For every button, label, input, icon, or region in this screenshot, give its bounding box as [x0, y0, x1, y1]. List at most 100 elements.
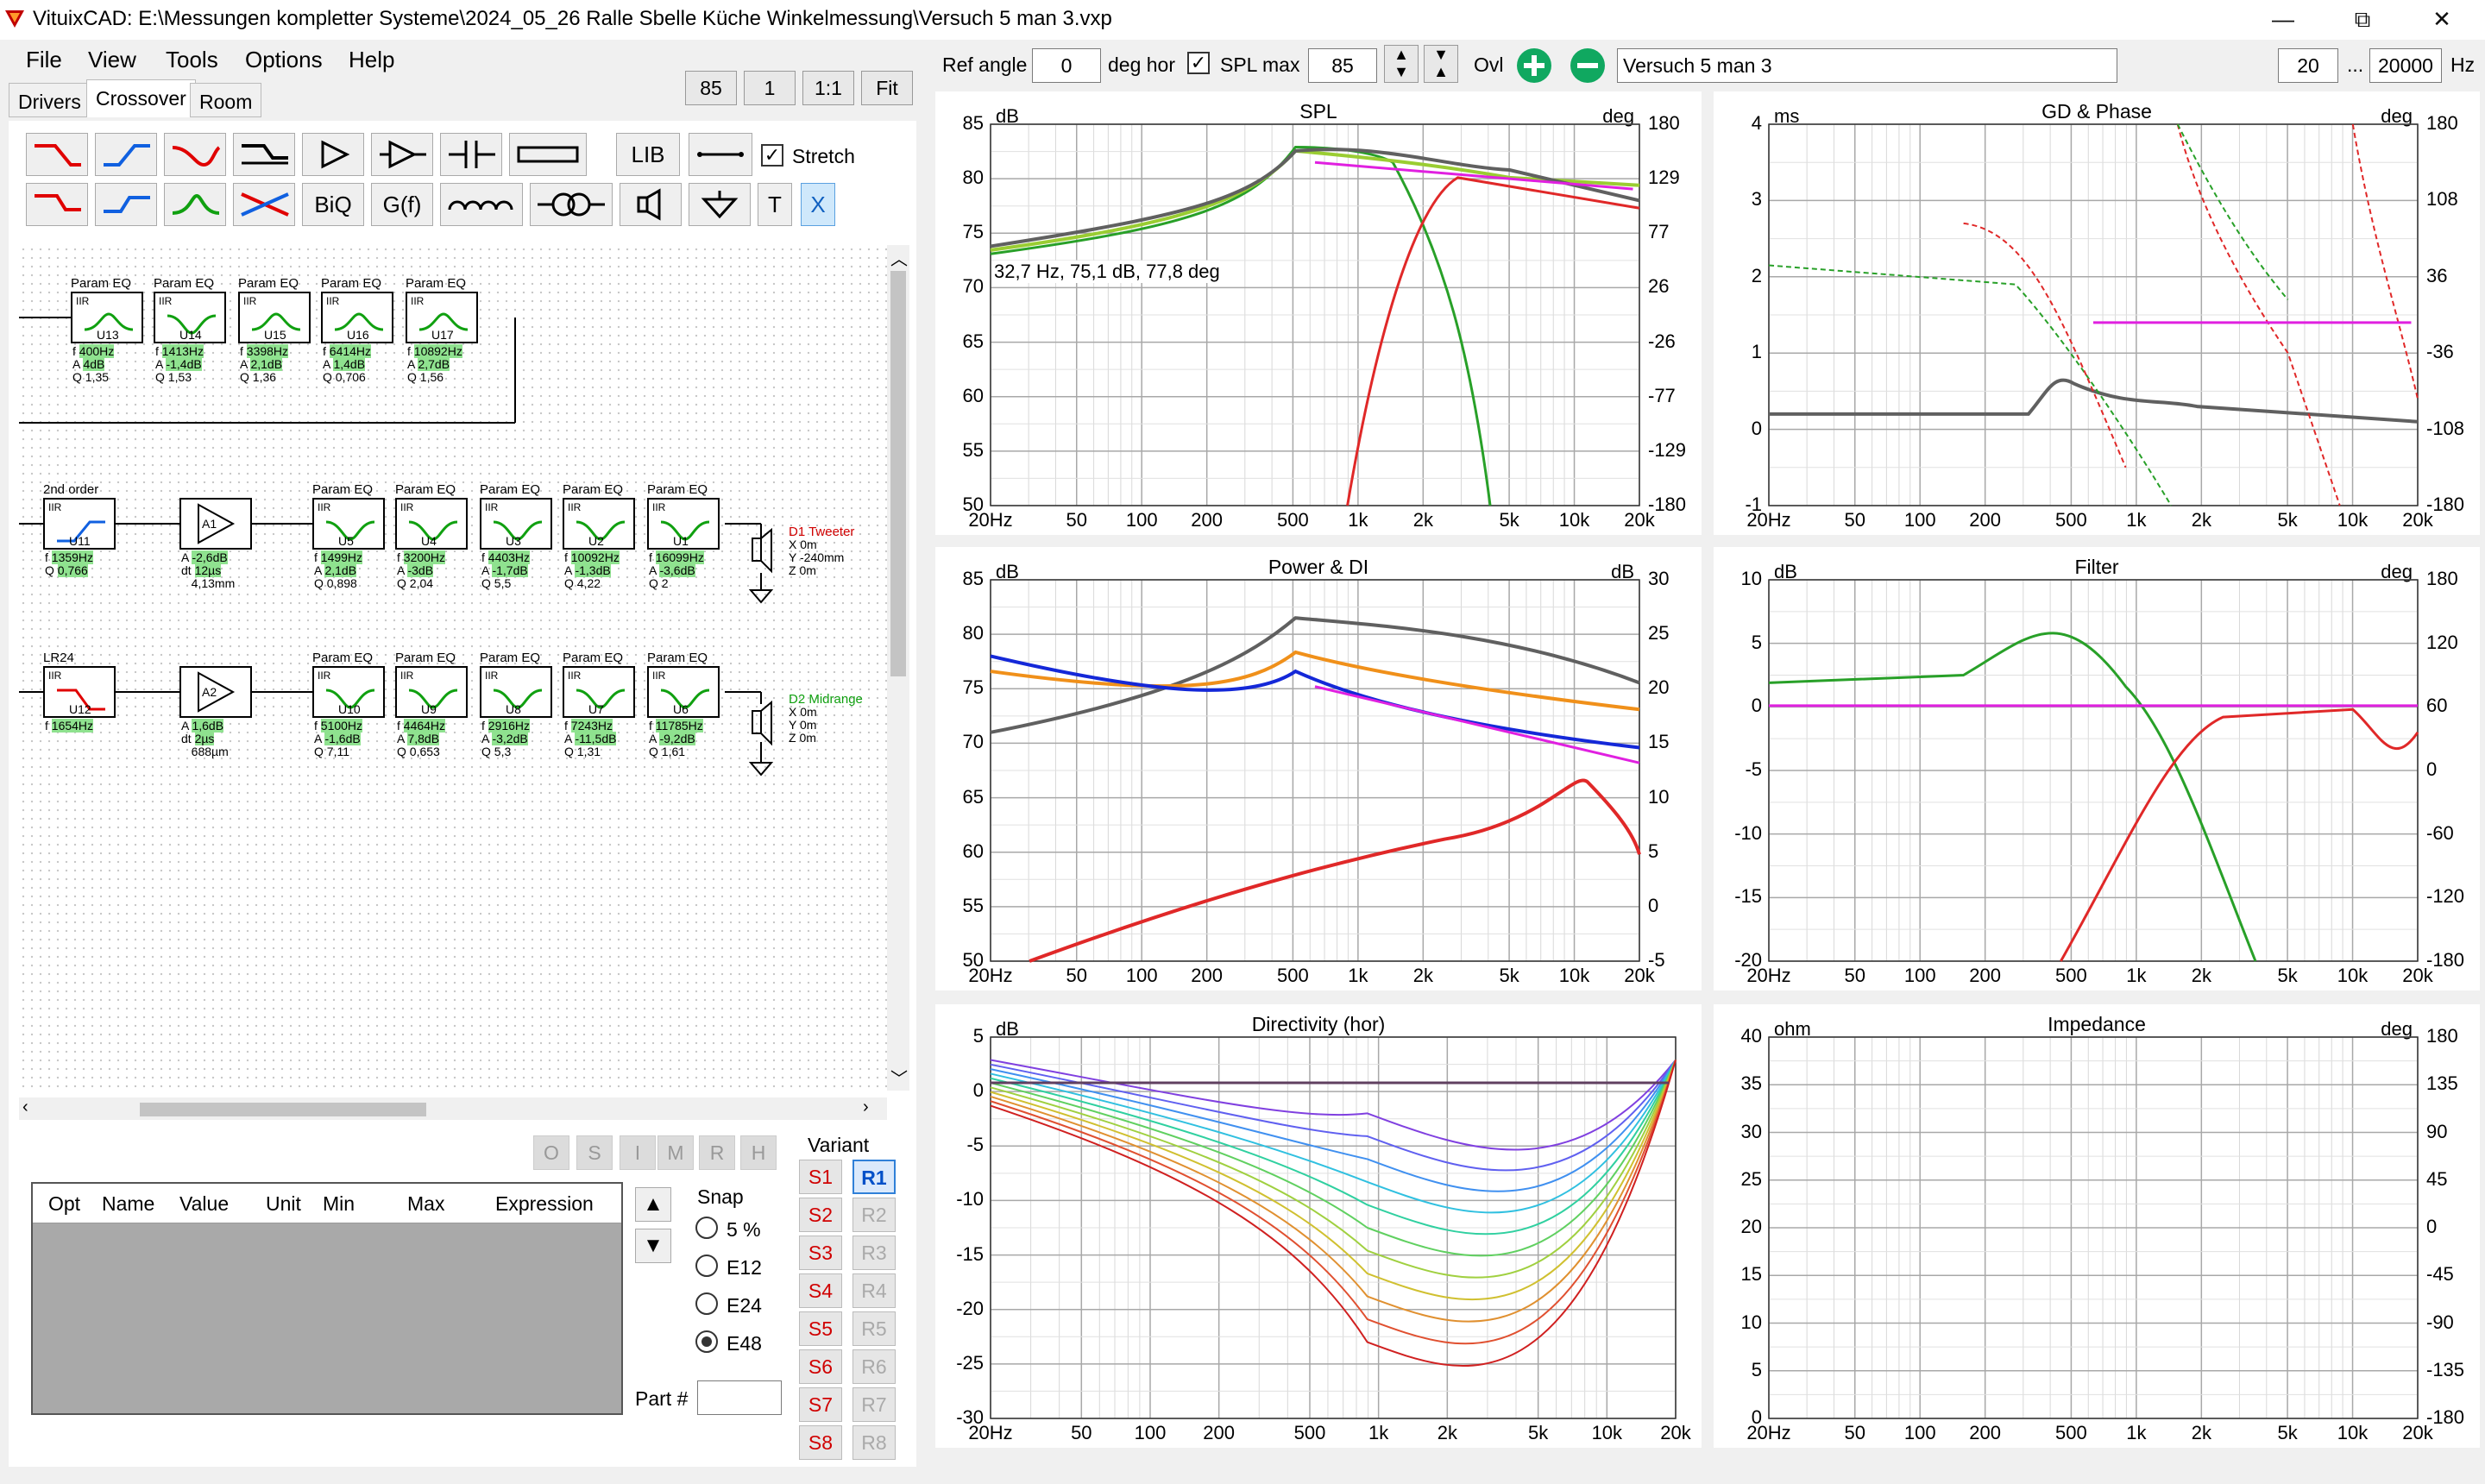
graph-plot-area[interactable]: [935, 1004, 1702, 1448]
directivity-graph[interactable]: Directivity (hor) dB 5 0 -5 -10 -15 -20 -25 -30 20…: [935, 1004, 1702, 1448]
menu-view[interactable]: View: [88, 47, 136, 73]
power-di-graph[interactable]: Power & DI dB dB 85 80 75 70 65 60 55 50 30 25 20 15 10…: [935, 547, 1702, 990]
spl-max-checkbox[interactable]: ✓: [1187, 52, 1210, 74]
menu-options[interactable]: Options: [245, 47, 323, 73]
opt-o-button[interactable]: O: [533, 1135, 569, 1170]
stretch-checkbox[interactable]: ✓: [761, 144, 783, 167]
x-tool[interactable]: X: [801, 183, 835, 226]
col-name[interactable]: Name: [102, 1192, 154, 1216]
fit-button[interactable]: Fit: [861, 71, 913, 105]
move-up-button[interactable]: ▲: [635, 1187, 671, 1222]
lowpass-2nd-tool[interactable]: [26, 183, 88, 226]
snap-e48-radio[interactable]: [695, 1330, 718, 1353]
variant-r7-button[interactable]: R7: [852, 1387, 896, 1422]
resistor-tool[interactable]: [509, 133, 587, 176]
variant-s1-button[interactable]: S1: [799, 1160, 842, 1194]
scroll-down-icon[interactable]: ﹀: [890, 1065, 908, 1090]
filter-graph[interactable]: Filter dB deg 10 5 0 -5 -10 -15 -20 180 120 60 0 -60 -1…: [1714, 547, 2480, 990]
variant-s8-button[interactable]: S8: [799, 1425, 842, 1460]
variant-r4-button[interactable]: R4: [852, 1273, 896, 1308]
opt-h-button[interactable]: H: [740, 1135, 777, 1170]
schematic-vscrollbar[interactable]: ︿ ﹀: [887, 245, 909, 1091]
impedance-graph[interactable]: Impedance ohm deg 40 35 30 25 20 15 10 5 0 180 135 90 4…: [1714, 1004, 2480, 1448]
wire-tool[interactable]: [689, 133, 752, 176]
schematic-canvas[interactable]: Param EQ IIR U13 f 400Hz A 4dB Q 1,35 Param …: [19, 245, 899, 1091]
capacitor-tool[interactable]: [440, 133, 502, 176]
graph-plot-area[interactable]: [935, 91, 1702, 535]
driver-tool[interactable]: [620, 183, 682, 226]
zoom-1-1-button[interactable]: 1:1: [802, 71, 854, 105]
inductor-tool[interactable]: [440, 183, 523, 226]
variant-name-input[interactable]: Versuch 5 man 3: [1617, 48, 2117, 83]
col-opt[interactable]: Opt: [48, 1192, 80, 1216]
variant-r8-button[interactable]: R8: [852, 1425, 896, 1460]
minimize-button[interactable]: —: [2243, 0, 2323, 40]
variant-s7-button[interactable]: S7: [799, 1387, 842, 1422]
zoom-1-button[interactable]: 1: [744, 71, 796, 105]
restore-button[interactable]: ⧉: [2323, 0, 2402, 40]
variant-s5-button[interactable]: S5: [799, 1311, 842, 1346]
menu-tools[interactable]: Tools: [166, 47, 218, 73]
graph-plot-area[interactable]: [1714, 91, 2480, 535]
col-value[interactable]: Value: [179, 1192, 229, 1216]
biquad-button[interactable]: BiQ: [302, 183, 364, 226]
freq-from-input[interactable]: 20: [2278, 48, 2338, 83]
tab-crossover[interactable]: Crossover: [86, 79, 196, 117]
highpass-1st-tool[interactable]: [95, 133, 157, 176]
spl-fit-button[interactable]: ▼ ▲: [1424, 45, 1458, 83]
scroll-right-icon[interactable]: ›: [863, 1097, 869, 1117]
opt-r-button[interactable]: R: [699, 1135, 735, 1170]
snap-e12-radio[interactable]: [695, 1254, 718, 1277]
variant-r1-button[interactable]: R1: [852, 1160, 896, 1194]
add-variant-icon[interactable]: [1515, 47, 1553, 85]
ref-angle-input[interactable]: 0: [1032, 48, 1101, 83]
col-min[interactable]: Min: [323, 1192, 355, 1216]
variant-s6-button[interactable]: S6: [799, 1349, 842, 1384]
scroll-up-icon[interactable]: ︿: [890, 245, 908, 270]
opt-s-button[interactable]: S: [576, 1135, 613, 1170]
variant-s2-button[interactable]: S2: [799, 1198, 842, 1232]
remove-variant-icon[interactable]: [1569, 47, 1607, 85]
text-tool[interactable]: T: [758, 183, 792, 226]
col-expression[interactable]: Expression: [495, 1192, 594, 1216]
menu-help[interactable]: Help: [349, 47, 394, 73]
lowpass-1st-tool[interactable]: [26, 133, 88, 176]
variant-r3-button[interactable]: R3: [852, 1236, 896, 1270]
gf-button[interactable]: G(f): [371, 183, 433, 226]
tab-room[interactable]: Room: [190, 83, 262, 117]
step-tool[interactable]: [233, 133, 295, 176]
variant-s4-button[interactable]: S4: [799, 1273, 842, 1308]
spl-max-input[interactable]: 85: [1308, 48, 1377, 83]
close-button[interactable]: ✕: [2402, 0, 2482, 40]
bandpass-tool[interactable]: [164, 183, 226, 226]
variant-r6-button[interactable]: R6: [852, 1349, 896, 1384]
opt-m-button[interactable]: M: [657, 1135, 694, 1170]
schematic-hscrollbar[interactable]: ‹ ›: [19, 1097, 887, 1120]
spl-spinner-button[interactable]: ▲ ▼: [1384, 45, 1419, 83]
tab-drivers[interactable]: Drivers: [9, 83, 91, 117]
buffer-tool[interactable]: [371, 133, 433, 176]
zoom-85-button[interactable]: 85: [685, 71, 737, 105]
menu-file[interactable]: File: [26, 47, 62, 73]
variant-s3-button[interactable]: S3: [799, 1236, 842, 1270]
col-max[interactable]: Max: [407, 1192, 444, 1216]
ground-tool[interactable]: [689, 183, 751, 226]
hscroll-thumb[interactable]: [140, 1103, 426, 1116]
shelf-tool[interactable]: [164, 133, 226, 176]
part-number-input[interactable]: [697, 1380, 782, 1415]
scroll-left-icon[interactable]: ‹: [22, 1097, 28, 1117]
transformer-tool[interactable]: [530, 183, 613, 226]
gd-phase-graph[interactable]: GD & Phase ms deg 4 3 2 1 0 -1 180 108 36 -36 -108 -18…: [1714, 91, 2480, 535]
notch-tool[interactable]: [233, 183, 295, 226]
variant-r5-button[interactable]: R5: [852, 1311, 896, 1346]
graph-plot-area[interactable]: [1714, 547, 2480, 990]
snap-5pct-radio[interactable]: [695, 1217, 718, 1239]
move-down-button[interactable]: ▼: [635, 1229, 671, 1263]
vscroll-thumb[interactable]: [890, 271, 906, 676]
col-unit[interactable]: Unit: [266, 1192, 301, 1216]
graph-plot-area[interactable]: [1714, 1004, 2480, 1448]
parameter-table[interactable]: Opt Name Value Unit Min Max Expression: [31, 1182, 623, 1415]
library-button[interactable]: LIB: [616, 133, 680, 176]
variant-r2-button[interactable]: R2: [852, 1198, 896, 1232]
highpass-2nd-tool[interactable]: [95, 183, 157, 226]
